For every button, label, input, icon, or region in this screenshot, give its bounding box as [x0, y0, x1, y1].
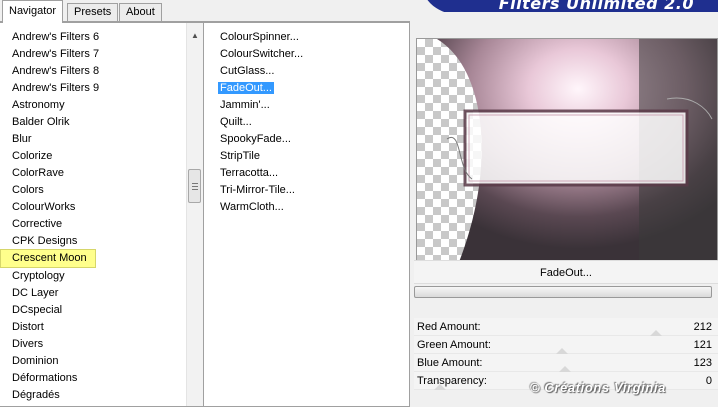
tab-bar: Navigator Presets About: [0, 0, 410, 23]
progress-bar: [414, 286, 712, 298]
category-item[interactable]: Colorize: [0, 148, 99, 165]
category-item[interactable]: Andrew's Filters 7: [0, 46, 99, 63]
category-list[interactable]: Andrew's Filters 6 Andrew's Filters 7 Andr…: [0, 29, 99, 404]
parameter-value: 0: [705, 375, 712, 387]
category-item[interactable]: Crescent Moon: [0, 249, 96, 268]
parameter-value: 123: [693, 357, 712, 369]
filter-item[interactable]: Jammin'...: [204, 97, 303, 114]
filter-item[interactable]: StripTile: [204, 148, 303, 165]
filter-item[interactable]: ColourSpinner...: [204, 29, 303, 46]
filter-item[interactable]: FadeOut...: [204, 80, 303, 97]
scroll-up-arrow-icon[interactable]: ▲: [187, 29, 203, 43]
category-item[interactable]: Dégradés: [0, 387, 99, 404]
filter-item[interactable]: ColourSwitcher...: [204, 46, 303, 63]
parameter-label: Red Amount:: [417, 321, 481, 333]
filter-item[interactable]: SpookyFade...: [204, 131, 303, 148]
category-item[interactable]: Dominion: [0, 353, 99, 370]
parameter-value: 212: [693, 321, 712, 333]
filter-item[interactable]: Quilt...: [204, 114, 303, 131]
preview-graphic: [437, 39, 717, 265]
category-item[interactable]: Astronomy: [0, 97, 99, 114]
category-item[interactable]: Balder Olrik: [0, 114, 99, 131]
app-banner: Filters Unlimited 2.0: [410, 0, 718, 12]
category-item[interactable]: Andrew's Filters 8: [0, 63, 99, 80]
category-item[interactable]: Divers: [0, 336, 99, 353]
filter-item-label: WarmCloth...: [220, 201, 284, 213]
category-item[interactable]: CPK Designs: [0, 233, 99, 250]
category-item[interactable]: Colors: [0, 182, 99, 199]
filter-item[interactable]: WarmCloth...: [204, 199, 303, 216]
parameter-label: Blue Amount:: [417, 357, 483, 369]
tab-navigator[interactable]: Navigator: [2, 0, 64, 23]
tab-about[interactable]: About: [119, 3, 162, 22]
preview-area: FadeOut... Red Amount: 212 Green Amount: 12…: [410, 12, 718, 407]
filter-item-label: FadeOut...: [218, 82, 274, 94]
filter-item-label: Jammin'...: [220, 99, 270, 111]
banner-title: Filters Unlimited 2.0: [498, 0, 694, 12]
filter-item-label: Quilt...: [220, 116, 252, 128]
filter-list[interactable]: ColourSpinner... ColourSwitcher... CutGlas…: [204, 29, 303, 216]
scroll-thumb[interactable]: [188, 169, 201, 203]
preview-image: [416, 38, 718, 266]
category-scrollbar[interactable]: ▲: [186, 23, 203, 406]
filter-item-label: Tri-Mirror-Tile...: [220, 184, 295, 196]
category-item[interactable]: Déformations: [0, 370, 99, 387]
category-item[interactable]: ColorRave: [0, 165, 99, 182]
filter-item[interactable]: CutGlass...: [204, 63, 303, 80]
frame-rect: [463, 109, 689, 187]
category-item[interactable]: Distort: [0, 319, 99, 336]
parameter-slider[interactable]: Blue Amount: 123: [414, 354, 718, 372]
grip-line: [192, 189, 198, 190]
parameter-slider[interactable]: Red Amount: 212: [414, 318, 718, 336]
watermark: © Créations Virginia: [530, 380, 666, 395]
filter-item[interactable]: Terracotta...: [204, 165, 303, 182]
grip-line: [192, 186, 198, 187]
category-item[interactable]: ColourWorks: [0, 199, 99, 216]
filter-item-label: CutGlass...: [220, 65, 275, 77]
grip-line: [192, 183, 198, 184]
parameter-value: 121: [693, 339, 712, 351]
category-item[interactable]: Andrew's Filters 9: [0, 80, 99, 97]
category-item[interactable]: Cryptology: [0, 268, 99, 285]
parameter-label: Green Amount:: [417, 339, 491, 351]
filter-item-label: Terracotta...: [220, 167, 279, 179]
category-item[interactable]: Blur: [0, 131, 99, 148]
category-item[interactable]: DC Layer: [0, 285, 99, 302]
category-list-panel[interactable]: Andrew's Filters 6 Andrew's Filters 7 Andr…: [0, 22, 204, 407]
tab-presets[interactable]: Presets: [67, 3, 119, 22]
filter-item-label: ColourSpinner...: [220, 31, 299, 43]
filter-item-label: SpookyFade...: [220, 133, 291, 145]
parameter-slider[interactable]: Green Amount: 121: [414, 336, 718, 354]
filter-item-label: ColourSwitcher...: [220, 48, 304, 60]
filter-item-label: StripTile: [220, 150, 260, 162]
category-item[interactable]: Andrew's Filters 6: [0, 29, 99, 46]
filter-list-panel[interactable]: ColourSpinner... ColourSwitcher... CutGlas…: [204, 22, 410, 407]
category-item[interactable]: DCspecial: [0, 302, 99, 319]
filter-item[interactable]: Tri-Mirror-Tile...: [204, 182, 303, 199]
category-item[interactable]: Corrective: [0, 216, 99, 233]
parameter-label: Transparency:: [417, 375, 487, 387]
filter-name-bar: FadeOut...: [414, 260, 718, 284]
